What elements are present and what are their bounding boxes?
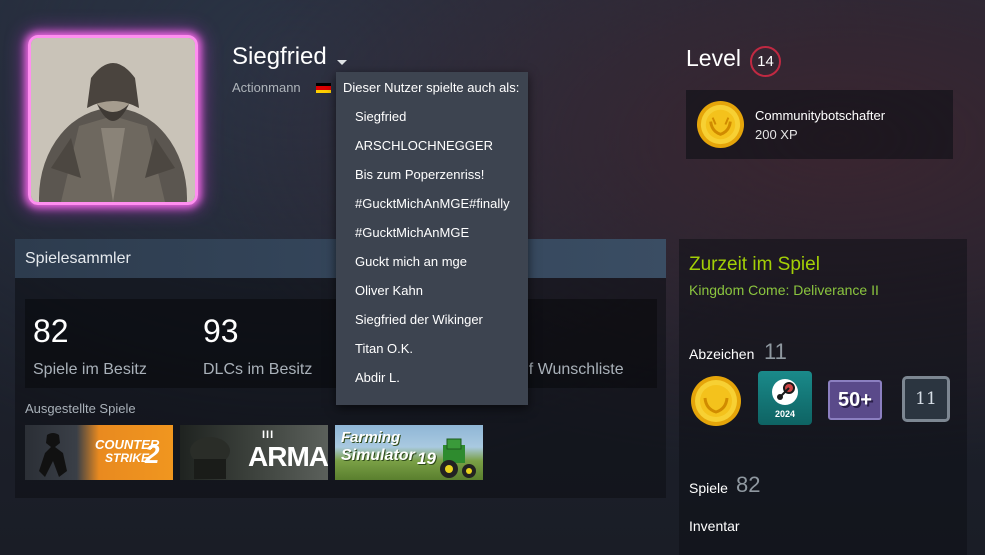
alias-item: Guckt mich an mge	[355, 254, 467, 269]
gold-laurel-badge-icon[interactable]	[688, 373, 744, 429]
alias-item: Oliver Kahn	[355, 283, 423, 298]
now-playing-game-link[interactable]: Kingdom Come: Deliverance II	[689, 282, 879, 298]
level-label: Level	[686, 45, 741, 71]
alias-item: Titan O.K.	[355, 341, 414, 356]
fs19-logo-line2: Simulator	[341, 447, 415, 464]
arma-logo-text: ARMA	[248, 441, 328, 472]
alias-item: #GucktMichAnMGE	[355, 225, 470, 240]
stat-label-dlcs: DLCs im Besitz	[203, 361, 313, 378]
persona-name[interactable]: Siegfried	[232, 43, 327, 71]
alias-dropdown-title: Dieser Nutzer spielte auch als:	[343, 80, 520, 95]
alias-item: Bis zum Poperzenriss!	[355, 167, 485, 182]
fs19-logo-line1: Farming	[341, 429, 401, 446]
steam-2024-badge-icon[interactable]: 2024	[758, 371, 812, 425]
steam-logo-icon	[772, 379, 798, 405]
alias-item: Abdir L.	[355, 370, 400, 385]
fs19-logo-number: 19	[417, 449, 436, 468]
profile-avatar[interactable]	[28, 35, 198, 205]
games-link[interactable]: Spiele	[689, 480, 728, 496]
favorite-badge[interactable]: Communitybotschafter 200 XP	[686, 90, 953, 159]
badges-link[interactable]: Abzeichen	[689, 346, 754, 362]
arma-logo-number: III	[262, 429, 275, 441]
gold-laurel-badge-icon	[696, 100, 745, 149]
years-of-service-badge-icon[interactable]: 11	[902, 376, 950, 422]
featured-game-farming-simulator-19[interactable]: Farming Simulator 19	[335, 425, 483, 480]
germany-flag-icon	[316, 83, 331, 93]
alias-item: Siegfried der Wikinger	[355, 312, 483, 327]
profile-sidebar: Zurzeit im Spiel Kingdom Come: Deliveran…	[679, 239, 967, 555]
real-name: Actionmann	[232, 80, 301, 95]
cs2-logo-line2: STRIKE	[105, 451, 150, 465]
chevron-down-icon[interactable]	[337, 60, 347, 65]
games-count[interactable]: 82	[736, 472, 760, 498]
soldier-silhouette-icon	[39, 433, 67, 477]
alias-item: Siegfried	[355, 109, 407, 124]
featured-games-label: Ausgestellte Spiele	[25, 401, 136, 416]
now-playing-label: Zurzeit im Spiel	[689, 254, 820, 275]
featured-game-counter-strike-2[interactable]: COUNTER STRIKE 2	[25, 425, 173, 480]
stat-label-games: Spiele im Besitz	[33, 361, 147, 378]
alias-item: ARSCHLOCHNEGGER	[355, 138, 493, 153]
cs2-logo-number: 2	[145, 439, 160, 469]
stat-value-games[interactable]: 82	[33, 313, 69, 350]
stat-value-dlcs[interactable]: 93	[203, 313, 239, 350]
steam-2024-badge-text: 2024	[774, 409, 796, 419]
tractor-icon	[440, 438, 476, 478]
soldier-helmet-icon	[190, 437, 230, 479]
featured-game-arma-3[interactable]: III ARMA	[180, 425, 328, 480]
badges-count[interactable]: 11	[764, 339, 787, 365]
showcase-title: Spielesammler	[25, 250, 131, 267]
favorite-badge-xp: 200 XP	[755, 127, 798, 142]
inventory-link[interactable]: Inventar	[689, 518, 740, 534]
pixel-50-plus-badge-icon[interactable]: 50+	[828, 380, 882, 420]
alias-history-dropdown: Dieser Nutzer spielte auch als: Siegfrie…	[336, 72, 528, 405]
level-badge[interactable]: 14	[750, 46, 781, 77]
favorite-badge-name: Communitybotschafter	[755, 108, 886, 123]
alias-item: #GucktMichAnMGE#finally	[355, 196, 510, 211]
avatar-portrait-image	[31, 38, 195, 202]
